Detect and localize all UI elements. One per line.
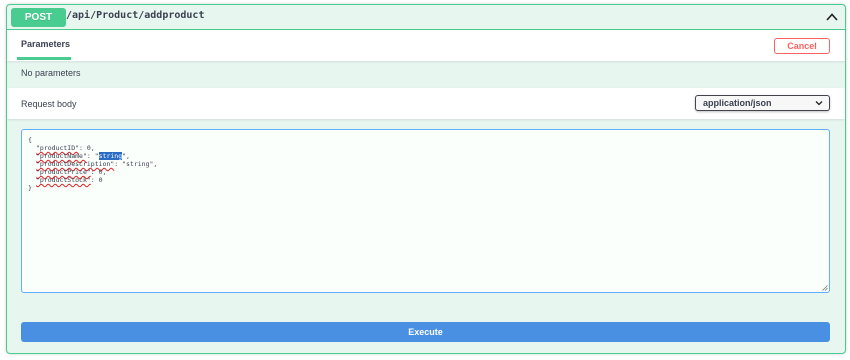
json-key: "productStock" [36,176,91,184]
request-body-header: Request body application/json [7,88,845,119]
method-badge: POST [11,8,66,27]
cancel-button[interactable]: Cancel [774,38,830,54]
operation-block: POST /api/Product/addproduct Parameters … [6,4,846,354]
code-line-product-stock: "productStock": 0 [28,176,823,184]
json-key: "productID" [36,144,80,152]
tab-parameters[interactable]: Parameters [21,39,70,49]
chevron-up-icon[interactable] [825,10,839,24]
json-key: "productName" [36,152,87,160]
chevron-down-icon [815,101,823,106]
parameters-header: Parameters Cancel [7,30,845,61]
resize-grip-icon[interactable] [822,285,828,291]
code-line-product-price: "productPrice": 0, [28,168,823,176]
no-parameters-text: No parameters [21,68,81,78]
request-body-editor[interactable]: {"productID": 0, "productName": "string",… [21,129,830,293]
code-line-product-name: "productName": "string", [28,152,823,160]
tab-active-indicator [17,57,71,60]
json-value: : 0, [90,168,107,176]
content-type-select[interactable]: application/json [695,95,830,111]
json-value: : 0, [79,144,95,152]
code-line-open: { [28,136,32,144]
json-key: "productPrice" [36,168,91,176]
json-key: "productDescription" [36,160,115,168]
json-value: ", [122,152,130,160]
operation-summary[interactable]: POST /api/Product/addproduct [7,5,845,30]
operation-path: /api/Product/addproduct [66,10,205,21]
json-separator: : " [86,152,99,160]
content-type-value: application/json [703,98,772,108]
json-value: : 0 [90,176,103,184]
execute-button[interactable]: Execute [21,322,830,342]
json-value: : "string", [114,160,158,168]
code-line-product-id: "productID": 0, [28,144,823,152]
request-body-label: Request body [21,99,77,109]
code-line-product-description: "productDescription": "string", [28,160,823,168]
selected-text: string [98,152,123,160]
code-line-close: } [28,184,32,192]
